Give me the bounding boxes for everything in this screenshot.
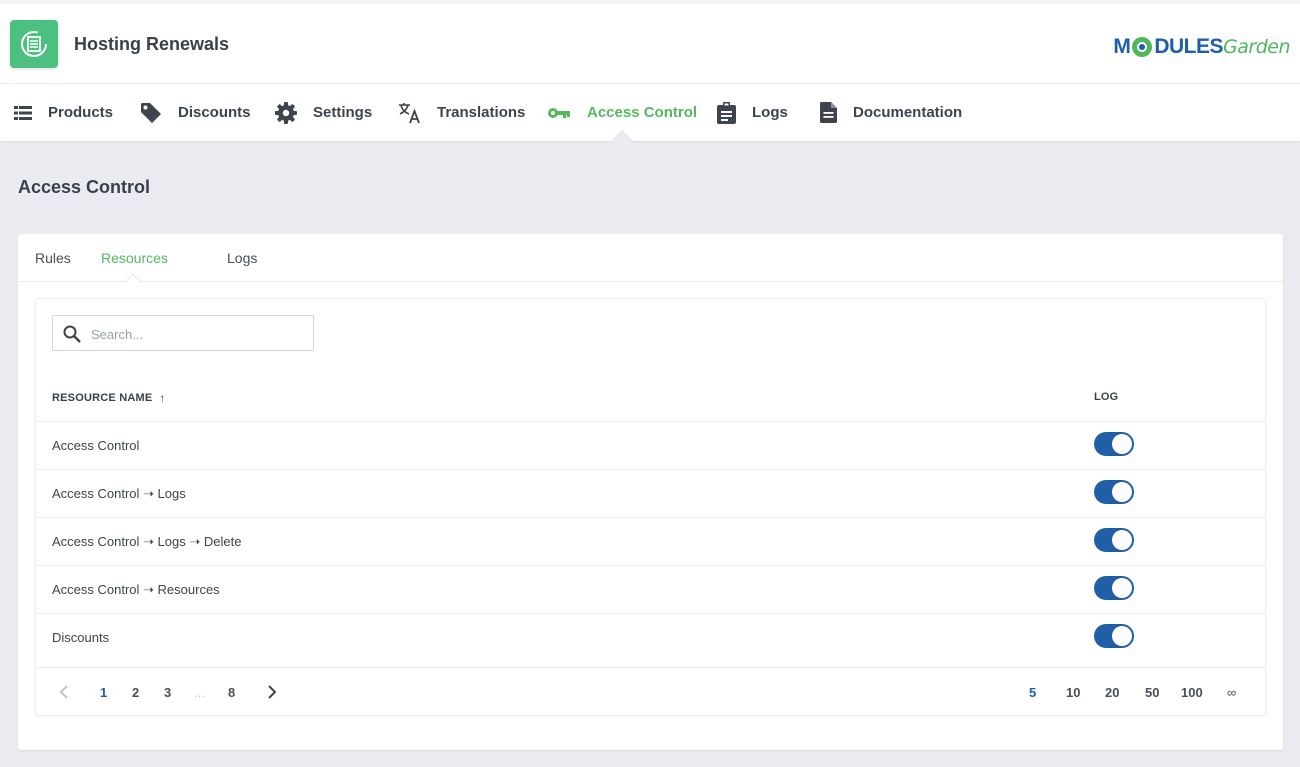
nav-label-products: Products	[48, 104, 114, 121]
log-toggle[interactable]	[1094, 576, 1134, 600]
page-ellipsis: ...	[194, 685, 205, 700]
nav-label-translations: Translations	[437, 104, 526, 121]
log-toggle[interactable]	[1094, 432, 1134, 456]
page-button-3[interactable]: 3	[164, 685, 171, 700]
page-button-8[interactable]: 8	[228, 685, 235, 700]
page-size-50[interactable]: 50	[1145, 685, 1159, 700]
column-label-resource-name: RESOURCE NAME	[52, 392, 153, 404]
nav-item-translations[interactable]: Translations	[398, 84, 525, 141]
resource-name: Access Control	[52, 438, 140, 453]
key-icon	[548, 107, 570, 118]
nav-label-settings: Settings	[313, 104, 373, 121]
nav-label-access-control: Access Control	[587, 104, 698, 121]
table-row: Access Control	[36, 421, 1265, 469]
brand-o-icon	[1132, 37, 1153, 57]
log-toggle[interactable]	[1094, 624, 1134, 648]
brand-mid: DULES	[1154, 35, 1224, 58]
modulesgarden-logo[interactable]: M DULES Garden	[1113, 32, 1290, 62]
nav-item-logs[interactable]: Logs	[717, 84, 788, 141]
resource-name: Access Control ➝ Logs ➝ Delete	[52, 534, 242, 549]
app-logo-icon[interactable]	[10, 20, 58, 68]
app-header: Hosting Renewals M DULES Garden	[0, 0, 1300, 84]
resources-card: Rules Resources Logs RESOURCE NAME ↑ LOG…	[18, 234, 1283, 750]
page-size-100[interactable]: 100	[1181, 685, 1203, 700]
tag-icon	[141, 102, 161, 123]
table-row: Access Control ➝ Logs ➝ Delete	[36, 517, 1265, 565]
search-box[interactable]	[52, 315, 314, 351]
chevron-right-icon[interactable]	[266, 684, 278, 700]
nav-label-discounts: Discounts	[178, 104, 251, 121]
pagination-bar: 1 2 3 ... 8 5 10 20 50 100 ∞	[36, 667, 1265, 715]
nav-item-discounts[interactable]: Discounts	[140, 84, 251, 141]
tab-logs[interactable]: Logs	[227, 250, 257, 266]
nav-item-documentation[interactable]: Documentation	[820, 84, 962, 141]
column-header-resource-name[interactable]: RESOURCE NAME ↑	[52, 391, 166, 405]
log-toggle[interactable]	[1094, 528, 1134, 552]
main-nav: Products Discounts Settings Translations	[0, 84, 1300, 141]
sort-arrow-icon: ↑	[159, 391, 166, 405]
log-toggle[interactable]	[1094, 480, 1134, 504]
table-row: Access Control ➝ Logs	[36, 469, 1265, 517]
page-button-1[interactable]: 1	[100, 685, 107, 700]
list-icon	[14, 105, 32, 120]
table-row: Discounts	[36, 613, 1265, 661]
brand-strong: M	[1113, 35, 1131, 58]
resources-table-panel: RESOURCE NAME ↑ LOG Access Control Acces…	[35, 298, 1266, 716]
page-button-2[interactable]: 2	[132, 685, 139, 700]
tab-resources[interactable]: Resources	[101, 250, 168, 266]
resource-name: Discounts	[52, 630, 110, 645]
clipboard-icon	[717, 101, 736, 124]
nav-label-documentation: Documentation	[853, 104, 963, 121]
app-title: Hosting Renewals	[74, 34, 230, 54]
chevron-left-icon[interactable]	[58, 684, 70, 700]
resource-name: Access Control ➝ Logs	[52, 486, 186, 501]
tab-rules[interactable]: Rules	[35, 250, 71, 266]
page-size-5[interactable]: 5	[1029, 685, 1036, 700]
search-input[interactable]	[91, 324, 301, 344]
nav-item-settings[interactable]: Settings	[275, 84, 372, 141]
resource-name: Access Control ➝ Resources	[52, 582, 220, 597]
document-icon	[820, 102, 837, 123]
page-size-10[interactable]: 10	[1066, 685, 1080, 700]
nav-label-logs: Logs	[752, 104, 788, 121]
gear-icon	[275, 101, 297, 124]
page-title: Access Control	[18, 177, 151, 197]
page-size-all[interactable]: ∞	[1227, 685, 1236, 700]
page-size-20[interactable]: 20	[1105, 685, 1119, 700]
search-icon	[63, 325, 81, 343]
nav-item-products[interactable]: Products	[14, 84, 113, 141]
translate-icon	[399, 102, 420, 123]
column-header-log[interactable]: LOG	[1094, 391, 1118, 403]
tab-bar: Rules Resources Logs	[18, 234, 1283, 282]
table-row: Access Control ➝ Resources	[36, 565, 1265, 613]
brand-light: Garden	[1223, 36, 1290, 58]
